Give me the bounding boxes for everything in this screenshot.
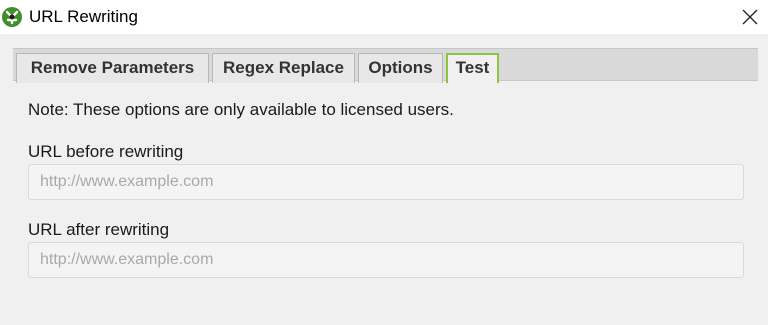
url-before-input[interactable] bbox=[28, 164, 744, 200]
tab-test[interactable]: Test bbox=[446, 53, 499, 83]
tab-strip: Remove Parameters Regex Replace Options … bbox=[13, 48, 758, 83]
window-title: URL Rewriting bbox=[29, 7, 138, 26]
close-icon bbox=[742, 9, 758, 25]
url-after-label: URL after rewriting bbox=[28, 220, 170, 239]
tab-regex-replace[interactable]: Regex Replace bbox=[212, 53, 355, 83]
url-after-input[interactable] bbox=[28, 242, 744, 278]
tab-options[interactable]: Options bbox=[358, 53, 443, 83]
license-note: Note: These options are only available t… bbox=[28, 100, 454, 119]
title-bar: URL Rewriting bbox=[0, 0, 768, 34]
url-before-label: URL before rewriting bbox=[28, 142, 184, 161]
close-button[interactable] bbox=[732, 0, 768, 34]
app-gear-icon bbox=[1, 6, 23, 28]
tab-remove-parameters[interactable]: Remove Parameters bbox=[16, 53, 209, 83]
